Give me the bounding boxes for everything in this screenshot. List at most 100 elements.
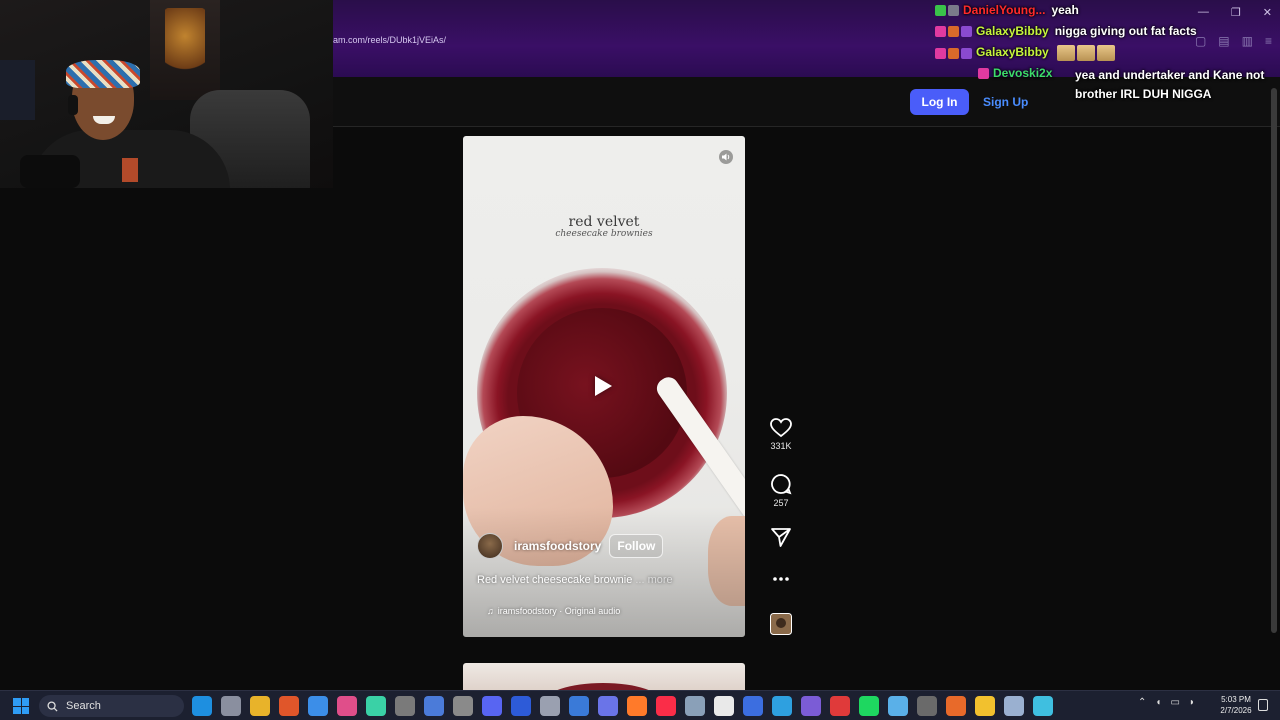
chat-text: yeah <box>1051 3 1079 17</box>
taskbar-app-icon[interactable] <box>801 696 821 716</box>
windows-start-icon[interactable] <box>13 698 29 714</box>
network-icon[interactable]: ▭ <box>1170 697 1179 708</box>
taskbar-app-icon[interactable] <box>569 696 589 716</box>
follow-button[interactable]: Follow <box>609 534 664 558</box>
check-badge-icon <box>935 5 946 17</box>
heart-badge-icon <box>978 68 989 80</box>
reel-video[interactable]: red velvet cheesecake brownies iramsfood… <box>463 136 745 637</box>
video-bottom-shade <box>463 507 745 637</box>
heart-badge-icon <box>935 26 946 38</box>
taskbar-app-icon[interactable] <box>366 696 386 716</box>
taskbar-app-icon[interactable] <box>772 696 792 716</box>
taskbar-app-icon[interactable] <box>888 696 908 716</box>
heart-icon[interactable] <box>770 418 792 438</box>
taskbar-app-icon[interactable] <box>685 696 705 716</box>
taskbar-app-icon[interactable] <box>627 696 647 716</box>
search-icon <box>47 700 58 712</box>
like-count: 331K <box>770 441 792 451</box>
audio-thumbnail-icon[interactable] <box>770 613 792 635</box>
heart-badge-icon <box>935 47 946 59</box>
system-tray: ⌃ ◖ ▭ ◗ <box>1138 697 1195 708</box>
taskbar-app-icon[interactable] <box>946 696 966 716</box>
taskbar-app-icon[interactable] <box>279 696 299 716</box>
music-note-icon: ♫ <box>487 606 494 616</box>
microphone-icon[interactable]: ◖ <box>1155 697 1161 708</box>
stream-chat-overlay: DanielYoung... yeah GalaxyBibby nigga givi… <box>935 3 1280 106</box>
chat-message: GalaxyBibby <box>935 45 1280 66</box>
screen: W A am.com/reels/DUbk1jVEiAs/ — ❐ ✕ ▢ ▤ … <box>0 0 1280 720</box>
share-action[interactable] <box>766 526 796 548</box>
page-scrollbar[interactable] <box>1271 88 1277 633</box>
taskbar-app-icon[interactable] <box>1004 696 1024 716</box>
taskbar-app-icon[interactable] <box>337 696 357 716</box>
author-name[interactable]: iramsfoodstory <box>514 539 601 553</box>
taskbar-app-icon[interactable] <box>424 696 444 716</box>
taskbar-app-icon[interactable] <box>308 696 328 716</box>
audio-text[interactable]: iramsfoodstory · Original audio <box>498 606 621 616</box>
chat-username: Devoski2x <box>993 66 1053 80</box>
background-monitor <box>0 60 35 120</box>
comment-action[interactable]: 257 <box>766 473 796 508</box>
audio-attribution[interactable]: ♫ iramsfoodstory · Original audio <box>487 606 620 616</box>
like-action[interactable]: 331K <box>766 418 796 451</box>
taskbar-app-icon[interactable] <box>511 696 531 716</box>
chat-badges <box>935 47 972 59</box>
video-title-line1: red velvet <box>568 214 640 230</box>
taskbar-app-icon[interactable] <box>192 696 212 716</box>
chat-emote-icon <box>1076 45 1095 61</box>
chat-username: GalaxyBibby <box>976 24 1049 38</box>
audio-thumbnail[interactable] <box>766 613 796 635</box>
taskbar-app-icon[interactable] <box>482 696 502 716</box>
chat-text: nigga giving out fat facts <box>1054 24 1197 38</box>
caption-more-link[interactable]: ... more <box>635 574 672 586</box>
chat-badges <box>935 5 959 17</box>
sub-badge-icon <box>961 26 972 38</box>
chat-message: GalaxyBibby nigga giving out fat facts <box>935 24 1280 45</box>
reel-caption: Red velvet cheesecake brownie ... more <box>477 574 673 586</box>
author-avatar[interactable] <box>477 533 503 559</box>
taskbar-app-icon[interactable] <box>656 696 676 716</box>
taskbar-apps <box>192 696 1053 716</box>
chat-emote-icon <box>1056 45 1075 61</box>
taskbar-search[interactable]: Search <box>39 695 184 717</box>
background-figurine <box>165 8 205 78</box>
chat-username: DanielYoung... <box>963 3 1046 17</box>
notification-icon[interactable] <box>1258 699 1268 711</box>
url-text[interactable]: am.com/reels/DUbk1jVEiAs/ <box>333 35 446 45</box>
taskbar-app-icon[interactable] <box>1033 696 1053 716</box>
chat-username: GalaxyBibby <box>976 45 1049 60</box>
chevron-up-icon[interactable]: ⌃ <box>1138 697 1146 708</box>
taskbar-app-icon[interactable] <box>540 696 560 716</box>
chat-emote-icon <box>1096 45 1115 61</box>
play-icon[interactable] <box>595 376 612 396</box>
taskbar-app-icon[interactable] <box>250 696 270 716</box>
more-icon[interactable] <box>770 574 792 584</box>
taskbar-app-icon[interactable] <box>859 696 879 716</box>
comment-icon[interactable] <box>770 473 792 495</box>
author-row: iramsfoodstory Follow <box>477 533 664 559</box>
streamer-bandana <box>66 60 140 88</box>
headphone-icon <box>68 95 78 115</box>
user-badge-icon <box>948 5 959 17</box>
taskbar-app-icon[interactable] <box>830 696 850 716</box>
shirt-logo <box>122 158 138 182</box>
volume-tray-icon[interactable]: ◗ <box>1189 697 1195 708</box>
volume-icon[interactable] <box>717 150 735 164</box>
comment-count: 257 <box>773 498 789 508</box>
microphone <box>20 155 80 188</box>
taskbar-app-icon[interactable] <box>917 696 937 716</box>
taskbar-app-icon[interactable] <box>598 696 618 716</box>
taskbar-app-icon[interactable] <box>395 696 415 716</box>
windows-taskbar: Search ⌃ ◖ ▭ ◗ 5:03 PM 2/7/2026 <box>0 690 1280 720</box>
share-icon[interactable] <box>770 526 792 548</box>
user-badge-icon <box>948 26 959 38</box>
taskbar-app-icon[interactable] <box>743 696 763 716</box>
user-badge-icon <box>948 47 959 59</box>
chat-message: Devoski2x yea and undertaker and Kane not… <box>935 66 1280 106</box>
taskbar-app-icon[interactable] <box>714 696 734 716</box>
taskbar-app-icon[interactable] <box>975 696 995 716</box>
taskbar-app-icon[interactable] <box>453 696 473 716</box>
more-options-action[interactable] <box>766 574 796 584</box>
taskbar-app-icon[interactable] <box>221 696 241 716</box>
taskbar-clock[interactable]: 5:03 PM 2/7/2026 <box>1216 694 1256 716</box>
